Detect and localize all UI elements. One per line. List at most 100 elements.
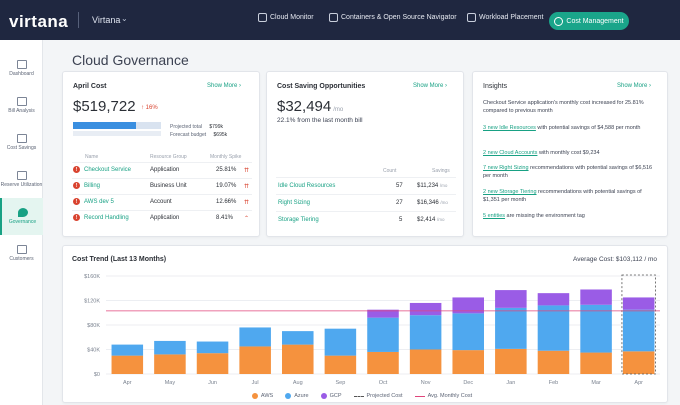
- sidebar-item-dashboard[interactable]: Dashboard: [0, 50, 43, 87]
- legend-average[interactable]: Avg. Monthly Cost: [414, 393, 473, 399]
- warning-icon: !: [73, 182, 80, 189]
- row-savings-unit: /mo: [437, 217, 445, 222]
- projected-total-legend: Projected total $799k: [170, 124, 223, 130]
- row-count: 5: [399, 217, 403, 223]
- row-name[interactable]: Checkout Service: [84, 167, 131, 173]
- brand-divider: [78, 12, 79, 28]
- sidebar-item-reserve-utilization[interactable]: Reserve Utilization: [0, 161, 43, 198]
- nav-workload-placement[interactable]: Workload Placement: [467, 13, 543, 22]
- insight-item[interactable]: Checkout Service application's monthly c…: [483, 100, 658, 115]
- row-name[interactable]: Right Sizing: [278, 200, 310, 206]
- insight-item[interactable]: 5 entities are missing the environment t…: [483, 213, 658, 221]
- sidebar-item-label: Governance: [8, 219, 37, 225]
- legend-azure[interactable]: Azure: [285, 393, 309, 399]
- warning-icon: !: [73, 198, 80, 205]
- row-savings-value: $2,414: [417, 217, 436, 223]
- insight-link[interactable]: 5 entities: [483, 213, 505, 219]
- double-chevron-up-icon: ⇈: [244, 184, 250, 190]
- insight-text: Checkout Service application's monthly c…: [483, 100, 644, 114]
- bar-aws: [367, 351, 399, 374]
- x-tick-label: Nov: [421, 380, 431, 386]
- insight-link[interactable]: 2 new Storage Tiering: [483, 189, 537, 195]
- x-tick-label: Sep: [335, 380, 345, 386]
- projected-total-value: $799k: [209, 124, 223, 130]
- forecast-budget-value: $695k: [213, 132, 228, 138]
- tenant-selector[interactable]: Virtana: [92, 15, 120, 25]
- insight-link[interactable]: 3 new Idle Resources: [483, 125, 536, 131]
- x-tick-label: Apr: [634, 380, 643, 386]
- april-cost-budget-bar: [73, 131, 161, 136]
- legend-label: GCP: [329, 393, 342, 399]
- legend-swatch: [285, 393, 292, 399]
- chevron-down-icon[interactable]: ⌄: [121, 14, 128, 23]
- forecast-budget-legend: Forecast budget $695k: [170, 132, 227, 138]
- col-header-group: Resource Group: [150, 154, 187, 160]
- row-name[interactable]: Storage Tiering: [278, 217, 319, 223]
- row-name[interactable]: Billing: [84, 183, 100, 189]
- sidebar-item-label: Cost Savings: [6, 145, 37, 151]
- insight-text: with potential savings of $4,588 per mon…: [535, 125, 641, 131]
- table-row[interactable]: ! AWS dev 5 Account 12.66% ⇈: [72, 194, 252, 208]
- table-row[interactable]: Idle Cloud Resources 57 $11,234 /mo: [276, 177, 456, 193]
- col-header-count: Count: [383, 168, 397, 174]
- legend-label: Avg. Monthly Cost: [427, 393, 473, 399]
- nav-cloud-monitor-label: Cloud Monitor: [270, 14, 314, 21]
- x-tick-label: Jun: [208, 380, 217, 386]
- nav-workload-placement-label: Workload Placement: [479, 14, 544, 21]
- insight-link[interactable]: 2 new Cloud Accounts: [483, 150, 537, 156]
- row-spike: 25.81%: [216, 167, 237, 173]
- col-header-spike: Monthly Spike: [210, 154, 242, 160]
- bar-aws: [580, 352, 612, 374]
- double-chevron-up-icon: ⇈: [244, 168, 250, 174]
- insight-item[interactable]: 3 new Idle Resources with potential savi…: [483, 125, 658, 133]
- bar-azure: [154, 340, 186, 355]
- cost-savings-title: Cost Saving Opportunities: [277, 83, 366, 90]
- insight-item[interactable]: 2 new Cloud Accounts with monthly cost $…: [483, 150, 658, 158]
- row-group: Application: [150, 215, 180, 221]
- x-tick-label: Feb: [549, 380, 558, 386]
- table-row[interactable]: Storage Tiering 5 $2,414 /mo: [276, 211, 456, 227]
- bar-gcp: [495, 290, 527, 308]
- sidebar-item-governance[interactable]: Governance: [0, 198, 43, 235]
- sidebar-item-label: Customers: [9, 256, 34, 262]
- table-row[interactable]: ! Billing Business Unit 19.07% ⇈: [72, 178, 252, 192]
- row-name[interactable]: AWS dev 5: [84, 199, 114, 205]
- legend-projected[interactable]: Projected Cost: [353, 393, 403, 399]
- table-row[interactable]: Right Sizing 27 $16,346 /mo: [276, 194, 456, 210]
- legend-gcp[interactable]: GCP: [320, 393, 342, 399]
- chevron-up-icon: ⌃: [244, 216, 250, 222]
- insight-link[interactable]: 7 new Right Sizing: [483, 165, 529, 171]
- insight-text: with monthly cost $9,234: [537, 150, 600, 156]
- x-tick-label: Dec: [463, 380, 473, 386]
- table-row[interactable]: ! Checkout Service Application 25.81% ⇈: [72, 162, 252, 176]
- row-savings-unit: /mo: [439, 183, 448, 188]
- bar-azure: [580, 304, 612, 353]
- row-name[interactable]: Idle Cloud Resources: [278, 183, 335, 189]
- row-count: 57: [396, 183, 403, 189]
- sidebar-item-customers[interactable]: Customers: [0, 235, 43, 272]
- virtana-logo[interactable]: virtana: [9, 12, 68, 32]
- april-cost-value: $519,722: [73, 98, 136, 115]
- insight-item[interactable]: 2 new Storage Tiering recommendations wi…: [483, 189, 658, 204]
- row-savings: $2,414 /mo: [417, 217, 445, 223]
- sidebar-item-bill-analysis[interactable]: Bill Analysis: [0, 87, 43, 124]
- top-navigation-bar: virtana Virtana ⌄ Cloud Monitor Containe…: [0, 0, 680, 40]
- cost-savings-show-more-link[interactable]: Show More ›: [413, 83, 447, 89]
- table-row[interactable]: ! Record Handling Application 8.41% ⌃: [72, 210, 252, 224]
- insights-show-more-link[interactable]: Show More ›: [617, 83, 651, 89]
- sidebar-item-cost-savings[interactable]: Cost Savings: [0, 124, 43, 161]
- bar-azure: [111, 344, 144, 356]
- bar-aws: [622, 351, 655, 374]
- april-cost-show-more-link[interactable]: Show More ›: [207, 83, 241, 89]
- row-spike: 19.07%: [216, 183, 237, 189]
- dashboard-icon: [16, 60, 27, 69]
- col-header-name: Name: [85, 154, 99, 160]
- bar-aws: [409, 349, 442, 374]
- warning-icon: !: [73, 214, 80, 221]
- row-name[interactable]: Record Handling: [84, 215, 129, 221]
- insight-item[interactable]: 7 new Right Sizing recommendations with …: [483, 165, 658, 180]
- nav-cloud-monitor[interactable]: Cloud Monitor: [258, 13, 314, 22]
- nav-cost-management[interactable]: Cost Management: [549, 12, 629, 30]
- legend-aws[interactable]: AWS: [251, 393, 273, 399]
- nav-containers[interactable]: Containers & Open Source Navigator: [329, 13, 457, 22]
